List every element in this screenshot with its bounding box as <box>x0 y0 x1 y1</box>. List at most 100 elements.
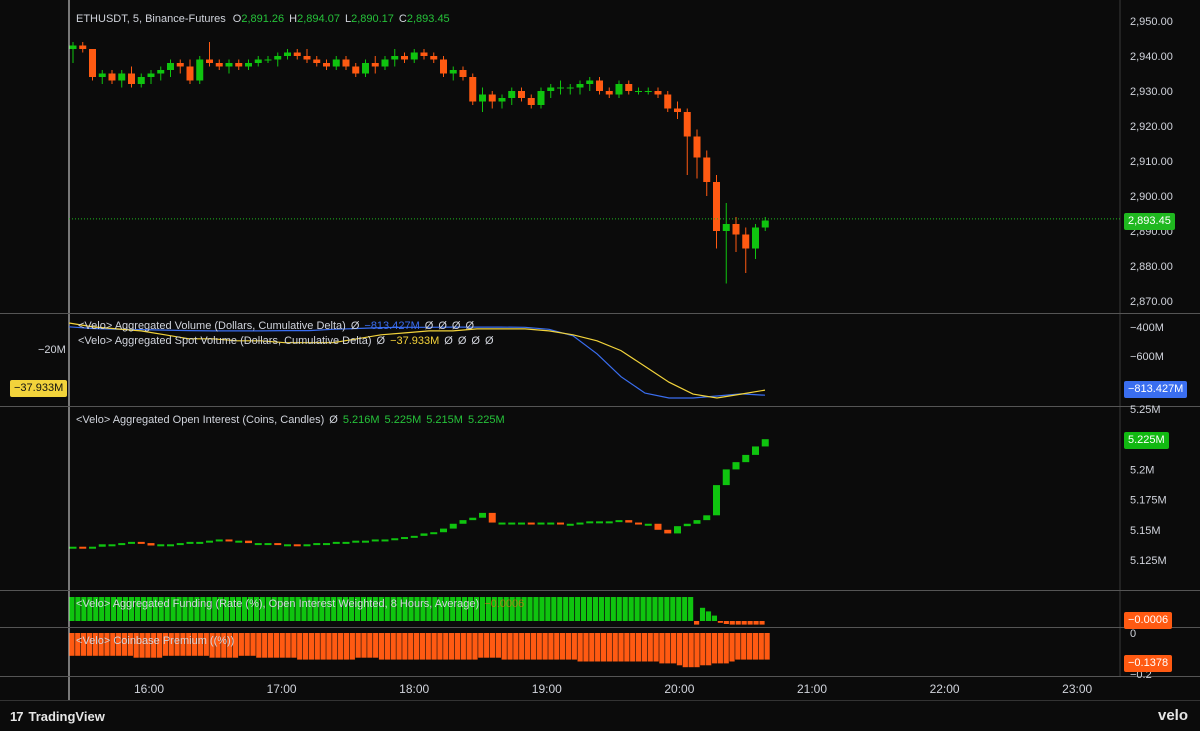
premium-bar <box>501 633 507 660</box>
premium-bar <box>384 633 390 660</box>
oi-candle-body <box>742 454 750 463</box>
volume-legend-v3: Ø <box>438 320 447 332</box>
premium-bar <box>647 633 653 662</box>
high-value: 2,894.07 <box>297 13 340 25</box>
oi-candle-body <box>469 517 477 521</box>
spot-volume-legend-v5: Ø <box>484 335 494 347</box>
oi-candle-body <box>176 543 184 546</box>
premium-bar <box>478 633 484 658</box>
price-candle-body <box>683 112 691 137</box>
symbol-label: ETHUSDT, 5, Binance-Futures <box>76 13 226 25</box>
funding-bar <box>557 597 563 621</box>
premium-bar <box>589 633 595 662</box>
funding-bar <box>646 597 652 621</box>
price-candle-body <box>420 52 428 56</box>
oi-candle-body <box>625 520 633 523</box>
funding-bar <box>711 615 718 621</box>
oi-candle-body <box>683 523 691 527</box>
time-tick-label: 18:00 <box>399 682 429 696</box>
price-candle-body <box>527 98 535 105</box>
premium-bar <box>378 633 385 660</box>
price-candle-body <box>488 94 496 102</box>
spot-volume-legend[interactable]: <Velo> Aggregated Spot Volume (Dollars, … <box>78 335 494 347</box>
oi-candle-body <box>79 546 87 549</box>
oi-candle-body <box>508 522 516 525</box>
volume-legend[interactable]: <Velo> Aggregated Volume (Dollars, Cumul… <box>78 320 474 332</box>
spot-volume-legend-v3: Ø <box>457 335 467 347</box>
price-candle-body <box>508 91 516 98</box>
oi-legend-v3: 5.215M <box>426 414 463 426</box>
premium-bar <box>752 633 759 660</box>
funding-bar <box>729 621 735 625</box>
price-tick-label: 2,950.00 <box>1130 16 1173 28</box>
oi-candle-body <box>576 522 584 525</box>
tradingview-logo[interactable]: 17 TradingView <box>10 709 105 724</box>
premium-bar <box>565 633 572 660</box>
oi-candle-body <box>69 546 77 549</box>
funding-bar <box>694 621 700 625</box>
oi-candle-body <box>323 543 330 546</box>
funding-bar <box>664 597 670 621</box>
open-label: O <box>232 13 242 25</box>
premium-bar <box>437 633 443 660</box>
premium-bar <box>402 633 408 660</box>
volume-legend-v1: −813.427M <box>364 320 420 332</box>
funding-bar <box>640 597 646 621</box>
funding-bar <box>575 597 581 621</box>
premium-bar <box>355 633 361 658</box>
premium-bar <box>326 633 332 660</box>
funding-bar <box>735 621 741 625</box>
funding-bar <box>628 597 634 621</box>
price-candle-body <box>625 84 633 91</box>
oi-candle-body <box>118 543 126 546</box>
price-candle-body <box>449 70 457 74</box>
funding-bar <box>741 621 747 625</box>
price-candle-body <box>196 59 204 81</box>
oi-candle-body <box>440 528 447 533</box>
oi-candle-body <box>352 540 360 543</box>
time-tick-label: 19:00 <box>532 682 562 696</box>
price-candle-body <box>137 77 145 84</box>
price-candle-body <box>401 56 408 60</box>
price-candle-body <box>284 52 291 56</box>
funding-legend-value: −0.0006 <box>484 598 525 610</box>
price-tick-label: 2,870.00 <box>1130 296 1173 308</box>
chart-canvas[interactable]: 16:00 17:00 18:00 19:00 20:00 21:00 22:00 23:00… <box>0 0 1200 731</box>
oi-candle-body <box>420 533 428 536</box>
premium-bar <box>267 633 274 658</box>
low-value: 2,890.17 <box>351 13 394 25</box>
premium-tick-label: 0 <box>1130 628 1136 640</box>
trading-chart[interactable]: 16:00 17:00 18:00 19:00 20:00 21:00 22:00 23:00… <box>0 0 1200 731</box>
premium-bar <box>262 633 268 658</box>
oi-legend[interactable]: <Velo> Aggregated Open Interest (Coins, … <box>76 414 505 426</box>
price-candle-body <box>430 56 438 60</box>
oi-legend-name: <Velo> Aggregated Open Interest (Coins, … <box>76 414 325 426</box>
oi-legend-v4: 5.225M <box>467 414 505 426</box>
time-tick-label: 17:00 <box>267 682 297 696</box>
premium-legend[interactable]: <Velo> Coinbase Premium ((%)) <box>76 635 234 647</box>
oi-candle-body <box>430 532 438 535</box>
premium-bar <box>548 633 554 660</box>
price-tick-label: 2,910.00 <box>1130 156 1173 168</box>
oi-candle-body <box>108 544 116 547</box>
last-price-tag: 2,893.45 <box>1124 213 1175 230</box>
price-tick-label: 2,940.00 <box>1130 51 1173 63</box>
tradingview-brand: TradingView <box>28 709 105 724</box>
oi-candle-body <box>264 543 272 546</box>
premium-bar <box>524 633 531 660</box>
funding-bar <box>699 607 706 621</box>
price-candle-body <box>635 91 642 92</box>
funding-legend[interactable]: <Velo> Aggregated Funding (Rate (%), Ope… <box>76 598 524 610</box>
premium-bar <box>507 633 513 660</box>
price-candle-body <box>722 224 730 231</box>
price-candle-body <box>615 84 623 95</box>
price-candle-body <box>79 45 87 49</box>
time-tick-label: 20:00 <box>664 682 694 696</box>
spot-volume-legend-v2: Ø <box>444 335 453 347</box>
premium-bar <box>653 633 659 662</box>
premium-bar <box>338 633 344 660</box>
premium-bar <box>413 633 420 660</box>
oi-candle-body <box>186 541 194 544</box>
oi-candle-body <box>284 544 291 547</box>
volume-legend-name: <Velo> Aggregated Volume (Dollars, Cumul… <box>78 320 346 332</box>
